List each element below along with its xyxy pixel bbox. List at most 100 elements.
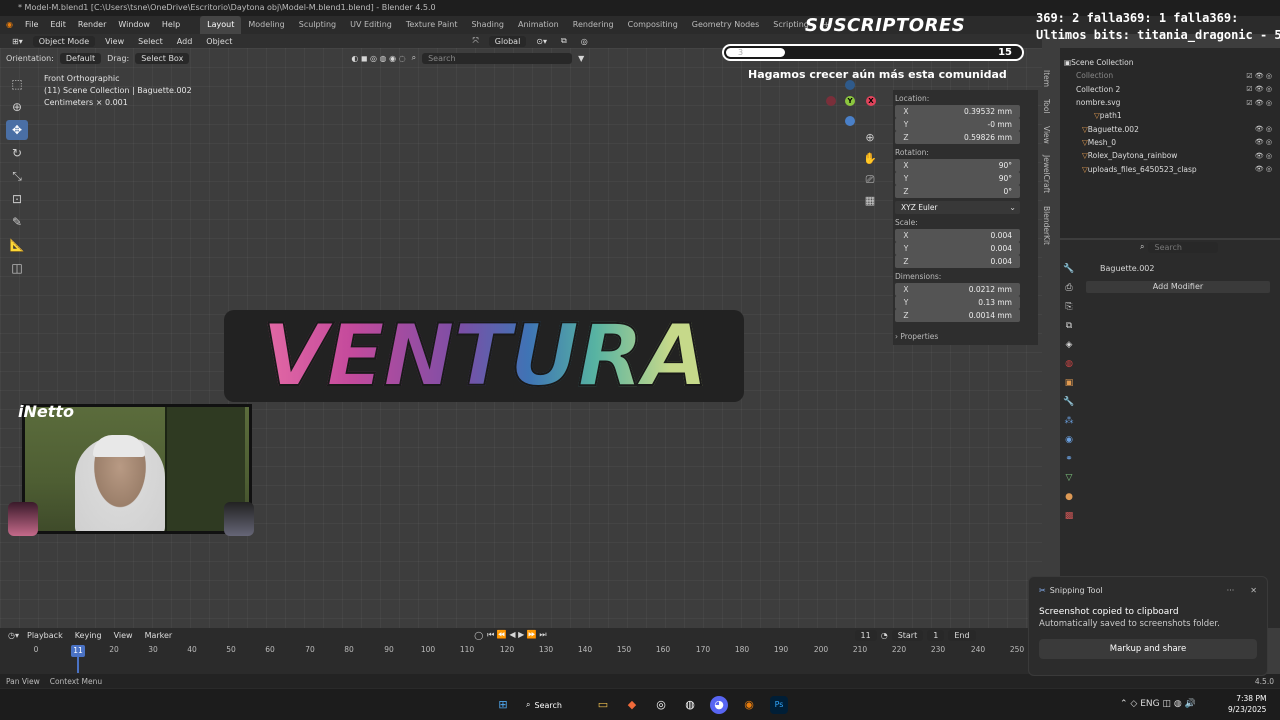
keying-menu[interactable]: Keying <box>71 631 106 640</box>
outliner-row[interactable]: ▽ Mesh_0 👁 ◎ <box>1060 136 1280 149</box>
menu-help[interactable]: Help <box>156 16 186 34</box>
add-modifier-button[interactable]: Add Modifier <box>1086 281 1270 293</box>
chrome-icon[interactable]: ◍ <box>681 696 699 714</box>
gizmo-x-axis[interactable]: X <box>866 96 876 106</box>
pan-hand-icon[interactable]: ✋ <box>862 151 878 167</box>
outliner-row[interactable]: Collection 2 ☑ 👁 ◎ <box>1060 83 1280 96</box>
render-icon[interactable]: ⎙ <box>1062 281 1076 295</box>
menu-view[interactable]: View <box>101 37 128 46</box>
tab-texture-paint[interactable]: Texture Paint <box>399 16 465 34</box>
outliner-row[interactable]: ▽ path1 <box>1060 109 1280 122</box>
rotate-icon[interactable]: ↻ <box>6 143 28 163</box>
editor-type-icon[interactable]: ⊞▾ <box>8 37 27 46</box>
tab-geometry-nodes[interactable]: Geometry Nodes <box>685 16 766 34</box>
menu-render[interactable]: Render <box>72 16 112 34</box>
scale-y-field[interactable]: Y 0.004 <box>895 242 1020 255</box>
outliner-row[interactable]: ▽ Baguette.002 👁 ◎ <box>1060 122 1280 135</box>
properties-section[interactable]: › Properties <box>893 330 1038 345</box>
tab-blenderkit[interactable]: BlenderKit <box>1042 206 1051 245</box>
dimensions-y-field[interactable]: Y 0.13 mm <box>895 296 1020 309</box>
menu-window[interactable]: Window <box>112 16 156 34</box>
outliner-row[interactable]: ▽ Rolex_Daytona_rainbow 👁 ◎ <box>1060 149 1280 162</box>
record-icon[interactable]: ◯ <box>474 631 483 640</box>
playhead[interactable]: 11 <box>71 645 85 657</box>
rotation-mode-dropdown[interactable]: XYZ Euler ⌄ <box>895 201 1020 214</box>
location-x-field[interactable]: X 0.39532 mm <box>895 105 1020 118</box>
brave-browser-icon[interactable]: ◆ <box>623 696 641 714</box>
file-explorer-icon[interactable]: ▭ <box>594 696 612 714</box>
transform-dropdown[interactable]: Global <box>488 35 527 47</box>
tab-compositing[interactable]: Compositing <box>621 16 685 34</box>
stopwatch-icon[interactable]: ◔ <box>881 631 888 640</box>
object-icon[interactable]: ▣ <box>1062 376 1076 390</box>
tab-modeling[interactable]: Modeling <box>241 16 291 34</box>
view-menu[interactable]: View <box>110 631 137 640</box>
blender-taskbar-icon[interactable]: ◉ <box>740 696 758 714</box>
select-box-icon[interactable]: ⬚ <box>6 74 28 94</box>
outliner-row[interactable]: ▣ Scene Collection <box>1060 56 1280 69</box>
scale-icon[interactable]: ⤡ <box>6 166 28 186</box>
visibility-icon[interactable]: ☑ 👁 ◎ <box>1246 85 1280 93</box>
visibility-icon[interactable]: 👁 ◎ <box>1255 138 1280 146</box>
measure-icon[interactable]: 📐 <box>6 235 28 255</box>
outliner-row[interactable]: nombre.svg ☑ 👁 ◎ <box>1060 96 1280 109</box>
timeline-ruler[interactable]: 0 20 30 40 50 60 70 80 90 100 110 120 130 140 150 160 17… <box>0 645 1042 659</box>
camera-icon[interactable]: ⎚ <box>862 172 878 188</box>
tab-uv-editing[interactable]: UV Editing <box>343 16 399 34</box>
tab-tool[interactable]: Tool <box>1042 99 1051 114</box>
dimensions-z-field[interactable]: Z 0.0014 mm <box>895 309 1020 322</box>
world-icon[interactable]: ◍ <box>1062 357 1076 371</box>
scene-icon[interactable]: ◈ <box>1062 338 1076 352</box>
visibility-icon[interactable]: 👁 ◎ <box>1255 152 1280 160</box>
tab-rendering[interactable]: Rendering <box>566 16 621 34</box>
taskbar-search[interactable]: ⌕ Search <box>526 696 562 714</box>
material-icon[interactable]: ● <box>1062 490 1076 504</box>
windows-start-icon[interactable]: ⊞ <box>494 696 512 714</box>
rotation-y-field[interactable]: Y 90° <box>895 172 1020 185</box>
annotate-icon[interactable]: ✎ <box>6 212 28 232</box>
gizmo-neg-z[interactable] <box>845 116 855 126</box>
visibility-icon[interactable]: 👁 ◎ <box>1255 125 1280 133</box>
modifier-icon[interactable]: 🔧 <box>1062 395 1076 409</box>
photoshop-icon[interactable]: Ps <box>770 696 788 714</box>
tool-icon[interactable]: 🔧 <box>1062 262 1076 276</box>
data-icon[interactable]: ▽ <box>1062 471 1076 485</box>
menu-edit[interactable]: Edit <box>44 16 72 34</box>
drag-dropdown[interactable]: Select Box <box>135 52 190 64</box>
navigation-gizmo[interactable]: Y X <box>826 80 880 126</box>
proportional-icon[interactable]: ◎ <box>577 37 592 46</box>
tab-layout[interactable]: Layout <box>200 16 242 34</box>
visibility-icon[interactable]: ☑ 👁 ◎ <box>1246 72 1280 80</box>
discord-icon[interactable]: ◕ <box>710 696 728 714</box>
location-z-field[interactable]: Z 0.59826 mm <box>895 131 1020 144</box>
outliner-row[interactable]: ▽ uploads_files_6450523_clasp 👁 ◎ <box>1060 162 1280 175</box>
physics-icon[interactable]: ◉ <box>1062 433 1076 447</box>
close-icon[interactable]: ✕ <box>1250 586 1257 595</box>
menu-file[interactable]: File <box>19 16 44 34</box>
constraints-icon[interactable]: ⚭ <box>1062 452 1076 466</box>
cursor-icon[interactable]: ⊕ <box>6 97 28 117</box>
marker-menu[interactable]: Marker <box>141 631 177 640</box>
menu-select[interactable]: Select <box>134 37 167 46</box>
app-icon[interactable]: ◎ <box>652 696 670 714</box>
transform-icon[interactable]: ⊡ <box>6 189 28 209</box>
outliner-row[interactable]: Collection ☑ 👁 ◎ <box>1060 69 1280 82</box>
rotation-z-field[interactable]: Z 0° <box>895 185 1020 198</box>
grid-icon[interactable]: ▦ <box>862 193 878 209</box>
tab-item[interactable]: Item <box>1042 70 1051 87</box>
tab-view[interactable]: View <box>1042 126 1051 144</box>
gizmo-y-axis[interactable]: Y <box>845 96 855 106</box>
scene-text-object[interactable]: VENTURA <box>224 309 744 403</box>
dimensions-x-field[interactable]: X 0.0212 mm <box>895 283 1020 296</box>
transform-orientation-icon[interactable]: ⤧ <box>468 36 482 46</box>
scale-z-field[interactable]: Z 0.004 <box>895 255 1020 268</box>
properties-search-input[interactable]: Search <box>1148 241 1219 253</box>
menu-add[interactable]: Add <box>173 37 197 46</box>
tab-animation[interactable]: Animation <box>511 16 566 34</box>
orientation-dropdown[interactable]: Default <box>59 52 102 64</box>
scale-x-field[interactable]: X 0.004 <box>895 229 1020 242</box>
clock-icon[interactable]: ◷▾ <box>8 631 19 640</box>
start-field[interactable]: 1 <box>927 629 945 641</box>
filter-icon[interactable]: ▼ <box>578 54 584 63</box>
shading-modes-icon[interactable]: ◐ ◼ ◎ ◍ ◉ ◌ <box>351 54 405 63</box>
